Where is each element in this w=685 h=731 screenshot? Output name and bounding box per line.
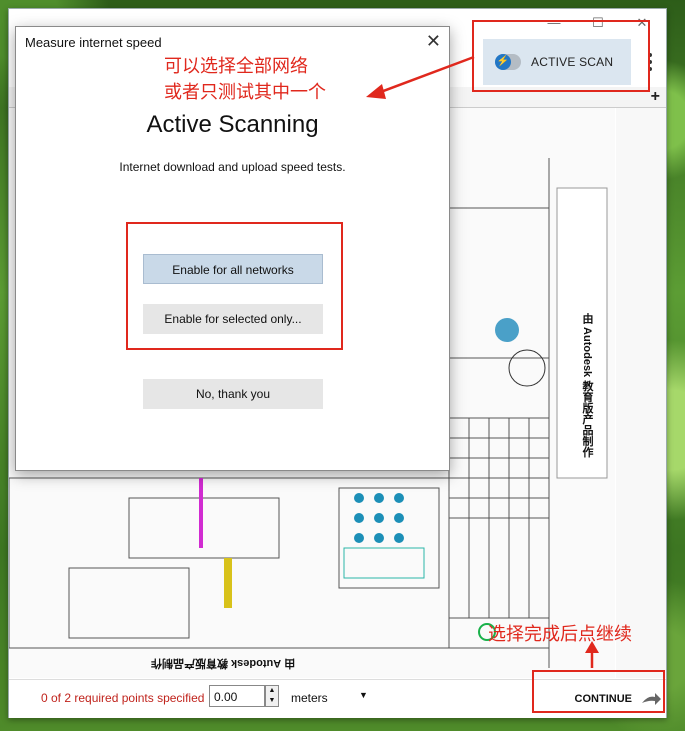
add-tab-button[interactable]: + (651, 88, 660, 106)
annotation-box-continue (532, 670, 665, 713)
chevron-down-icon[interactable]: ▼ (359, 690, 368, 700)
annotation-text-top-line1: 可以选择全部网络 (164, 56, 308, 76)
watermark-bottom: 由 Autodesk 教育版产品制作 (151, 657, 296, 669)
units-select[interactable]: meters (291, 691, 328, 705)
annotation-text-bottom: 选择完成后点继续 (488, 624, 632, 644)
annotation-text-top-line2: 或者只测试其中一个 (164, 82, 326, 102)
required-points-status: 0 of 2 required points specified (41, 691, 205, 705)
dialog-title: Measure internet speed (25, 35, 162, 50)
distance-stepper[interactable]: ▲ ▼ (265, 685, 279, 707)
no-thank-you-button[interactable]: No, thank you (143, 379, 323, 409)
annotation-box-enable-options (126, 222, 343, 350)
dialog-close-icon[interactable]: ✕ (426, 31, 441, 52)
annotation-box-active-scan (472, 20, 650, 92)
dialog-heading: Active Scanning (146, 111, 319, 138)
watermark-top: 由 Autodesk 教育版产品制作 (581, 313, 593, 458)
dialog-subtitle: Internet download and upload speed tests… (119, 160, 346, 174)
vertical-scrollbar[interactable] (616, 108, 666, 678)
distance-input[interactable]: 0.00 (209, 685, 265, 707)
